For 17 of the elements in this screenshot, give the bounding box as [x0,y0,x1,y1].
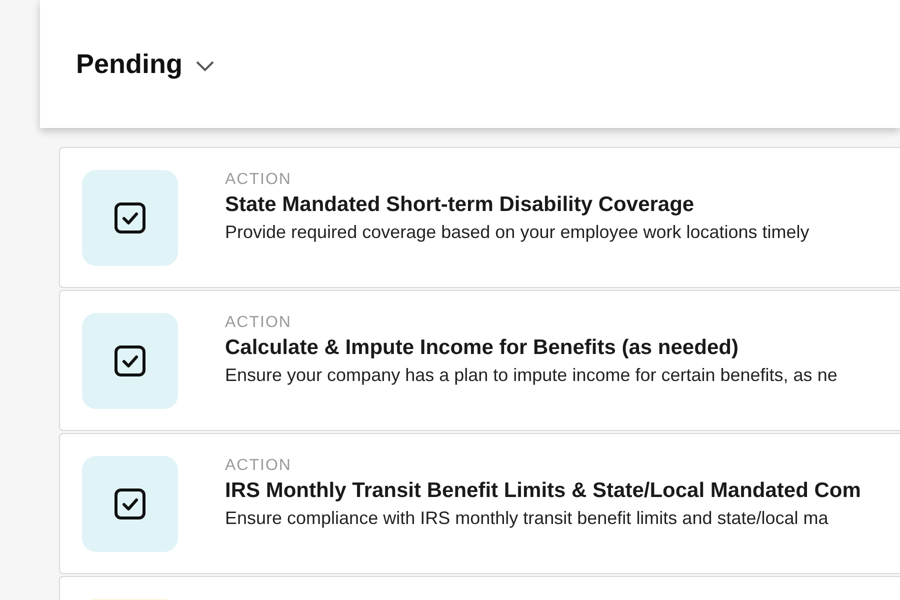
action-card[interactable]: ACTION Calculate & Impute Income for Benefits (as needed) Ensure your company has a plan to impute income for certain benefits, as ne [59,290,900,431]
chevron-down-icon[interactable] [194,60,214,72]
action-card[interactable]: ACTION State Mandated Short-term Disability Coverage Provide required coverage based on your employee work locations timely [59,147,900,288]
action-description: Ensure compliance with IRS monthly transit benefit limits and state/local ma [225,506,830,530]
action-title: Calculate & Impute Income for Benefits (as needed) [225,334,740,360]
checkbox-icon [113,200,147,234]
action-description: Provide required coverage based on your employee work locations timely [225,220,810,244]
checkbox-icon [113,486,147,520]
action-label: ACTION [225,170,292,190]
action-title: IRS Monthly Transit Benefit Limits & State/Local Mandated Com [225,478,861,504]
action-label: ACTION [225,312,292,332]
action-label: ACTION [225,456,292,476]
action-title: State Mandated Short-term Disability Coverage [225,192,696,218]
action-description: Ensure your company has a plan to impute income for certain benefits, as ne [225,364,838,386]
checkbox-icon [113,344,147,378]
pending-title: Pending [76,48,182,80]
action-card[interactable]: ACTION IRS Monthly Transit Benefit Limits & State/Local Mandated Com Ensure compliance with IRS monthly transit benefit limits and state/local ma [59,433,900,574]
